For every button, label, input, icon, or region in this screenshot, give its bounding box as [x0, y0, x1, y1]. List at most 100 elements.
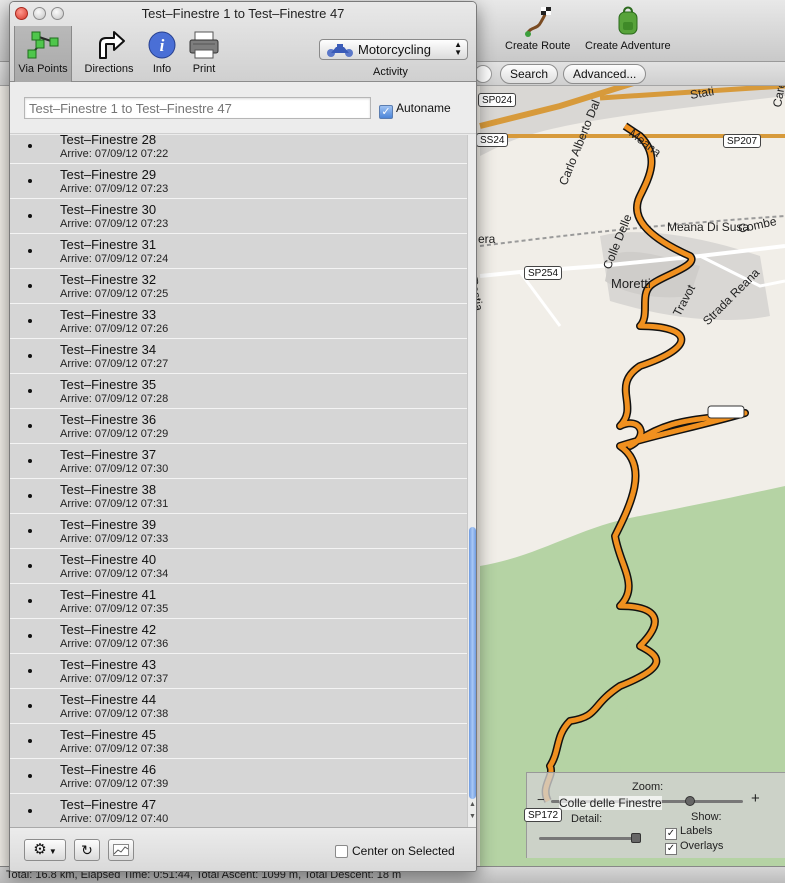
center-on-selected-checkbox[interactable] [335, 845, 348, 858]
svg-text:i: i [160, 36, 165, 55]
via-point-arrive: Arrive: 07/09/12 07:28 [60, 393, 169, 405]
list-item[interactable]: Test–Finestre 41 Arrive: 07/09/12 07:35 [10, 584, 468, 619]
via-point-name: Test–Finestre 46 [60, 762, 157, 777]
list-item[interactable]: Test–Finestre 39 Arrive: 07/09/12 07:33 [10, 514, 468, 549]
scroll-down-icon[interactable]: ▼ [469, 813, 476, 820]
refresh-button[interactable]: ↻ [74, 839, 100, 861]
show-label: Show: [691, 811, 722, 823]
bullet-icon [28, 319, 32, 323]
search-button[interactable]: Search [500, 64, 559, 84]
list-scrollbar[interactable]: ▲ ▼ [467, 135, 476, 827]
bullet-icon [28, 704, 32, 708]
scrollbar-thumb[interactable] [469, 527, 476, 799]
list-item[interactable]: Test–Finestre 46 Arrive: 07/09/12 07:39 [10, 759, 468, 794]
bullet-icon [28, 599, 32, 603]
directions-label: Directions [84, 63, 134, 75]
via-point-name: Test–Finestre 29 [60, 167, 157, 182]
bullet-icon [28, 809, 32, 813]
road-shield-sp024: SP024 [478, 93, 517, 107]
list-item[interactable]: Test–Finestre 44 Arrive: 07/09/12 07:38 [10, 689, 468, 724]
via-point-name: Test–Finestre 39 [60, 517, 157, 532]
activity-value: Motorcycling [358, 42, 431, 57]
road-shield-sp172: SP172 [524, 808, 563, 822]
list-item[interactable]: Test–Finestre 31 Arrive: 07/09/12 07:24 [10, 234, 468, 269]
map-controls: Zoom: − + Colle delle Finestre Detail: S… [526, 772, 785, 858]
list-item[interactable]: Test–Finestre 28 Arrive: 07/09/12 07:22 [10, 135, 468, 164]
list-item[interactable]: Test–Finestre 47 Arrive: 07/09/12 07:40 [10, 794, 468, 827]
panel-bottom-bar: ⚙ ▼ ↻ Center on Selected [10, 827, 476, 871]
list-item[interactable]: Test–Finestre 34 Arrive: 07/09/12 07:27 [10, 339, 468, 374]
action-menu-button[interactable]: ⚙ ▼ [24, 839, 66, 861]
autoname-option[interactable]: ✓ Autoname [379, 101, 451, 119]
bullet-icon [28, 389, 32, 393]
via-point-arrive: Arrive: 07/09/12 07:30 [60, 463, 169, 475]
zoom-in-icon[interactable]: + [751, 790, 760, 807]
via-points-icon [27, 31, 59, 59]
bullet-icon [28, 354, 32, 358]
list-item[interactable]: Test–Finestre 32 Arrive: 07/09/12 07:25 [10, 269, 468, 304]
via-point-name: Test–Finestre 38 [60, 482, 157, 497]
via-point-arrive: Arrive: 07/09/12 07:35 [60, 603, 169, 615]
via-point-arrive: Arrive: 07/09/12 07:33 [60, 533, 169, 545]
directions-tab[interactable]: Directions [78, 26, 140, 82]
overlays-checkbox[interactable]: ✓ [665, 843, 677, 855]
list-item[interactable]: Test–Finestre 35 Arrive: 07/09/12 07:28 [10, 374, 468, 409]
backpack-icon [618, 6, 638, 35]
route-window: Test–Finestre 1 to Test–Finestre 47 Via … [9, 1, 477, 872]
via-point-name: Test–Finestre 44 [60, 692, 157, 707]
autoname-checkbox[interactable]: ✓ [379, 105, 393, 119]
create-route-button[interactable]: Create Route [505, 4, 570, 52]
window-title: Test–Finestre 1 to Test–Finestre 47 [141, 6, 345, 21]
list-item[interactable]: Test–Finestre 45 Arrive: 07/09/12 07:38 [10, 724, 468, 759]
list-item[interactable]: Test–Finestre 38 Arrive: 07/09/12 07:31 [10, 479, 468, 514]
list-item[interactable]: Test–Finestre 33 Arrive: 07/09/12 07:26 [10, 304, 468, 339]
detail-slider[interactable] [539, 833, 641, 843]
labels-option[interactable]: ✓ Labels [665, 825, 712, 840]
center-on-selected-option[interactable]: Center on Selected [335, 844, 455, 858]
list-item[interactable]: Test–Finestre 40 Arrive: 07/09/12 07:34 [10, 549, 468, 584]
bullet-icon [28, 774, 32, 778]
printer-icon [189, 31, 219, 59]
bullet-icon [28, 739, 32, 743]
list-item[interactable]: Test–Finestre 43 Arrive: 07/09/12 07:37 [10, 654, 468, 689]
create-adventure-label: Create Adventure [585, 40, 671, 52]
detail-slider-knob[interactable] [631, 833, 641, 843]
elevation-profile-button[interactable] [108, 839, 134, 861]
via-point-name: Test–Finestre 41 [60, 587, 157, 602]
via-point-name: Test–Finestre 32 [60, 272, 157, 287]
via-point-name: Test–Finestre 31 [60, 237, 157, 252]
map-label-careni: Careni [770, 86, 785, 109]
motorcycle-icon [327, 44, 353, 57]
via-points-label: Via Points [18, 63, 68, 75]
advanced-button[interactable]: Advanced... [563, 64, 647, 84]
route-flag-icon [524, 7, 551, 37]
via-points-tab[interactable]: Via Points [14, 26, 72, 82]
via-point-arrive: Arrive: 07/09/12 07:26 [60, 323, 169, 335]
via-point-name: Test–Finestre 47 [60, 797, 157, 812]
info-icon: i [148, 31, 176, 59]
via-point-arrive: Arrive: 07/09/12 07:25 [60, 288, 169, 300]
via-points-list[interactable]: Test–Finestre 28 Arrive: 07/09/12 07:22 T… [10, 135, 476, 827]
via-point-name: Test–Finestre 42 [60, 622, 157, 637]
zoom-out-icon[interactable]: − [537, 792, 545, 807]
list-item[interactable]: Test–Finestre 36 Arrive: 07/09/12 07:29 [10, 409, 468, 444]
print-label: Print [192, 63, 216, 75]
scroll-up-icon[interactable]: ▲ [469, 801, 476, 808]
list-item[interactable]: Test–Finestre 37 Arrive: 07/09/12 07:30 [10, 444, 468, 479]
zoom-slider-knob[interactable] [685, 796, 695, 806]
bullet-icon [28, 459, 32, 463]
via-point-name: Test–Finestre 35 [60, 377, 157, 392]
via-point-arrive: Arrive: 07/09/12 07:38 [60, 743, 169, 755]
overlays-option[interactable]: ✓ Overlays [665, 840, 723, 855]
bullet-icon [28, 144, 32, 148]
list-item[interactable]: Test–Finestre 30 Arrive: 07/09/12 07:23 [10, 199, 468, 234]
list-item[interactable]: Test–Finestre 42 Arrive: 07/09/12 07:36 [10, 619, 468, 654]
print-tab[interactable]: Print [178, 26, 230, 82]
list-item[interactable]: Test–Finestre 29 Arrive: 07/09/12 07:23 [10, 164, 468, 199]
activity-select[interactable]: Motorcycling ▲ ▼ [319, 39, 468, 60]
labels-checkbox[interactable]: ✓ [665, 828, 677, 840]
create-adventure-button[interactable]: Create Adventure [585, 4, 671, 52]
route-name-input[interactable] [24, 97, 371, 119]
create-route-label: Create Route [505, 40, 571, 52]
labels-option-text: Labels [680, 825, 713, 837]
